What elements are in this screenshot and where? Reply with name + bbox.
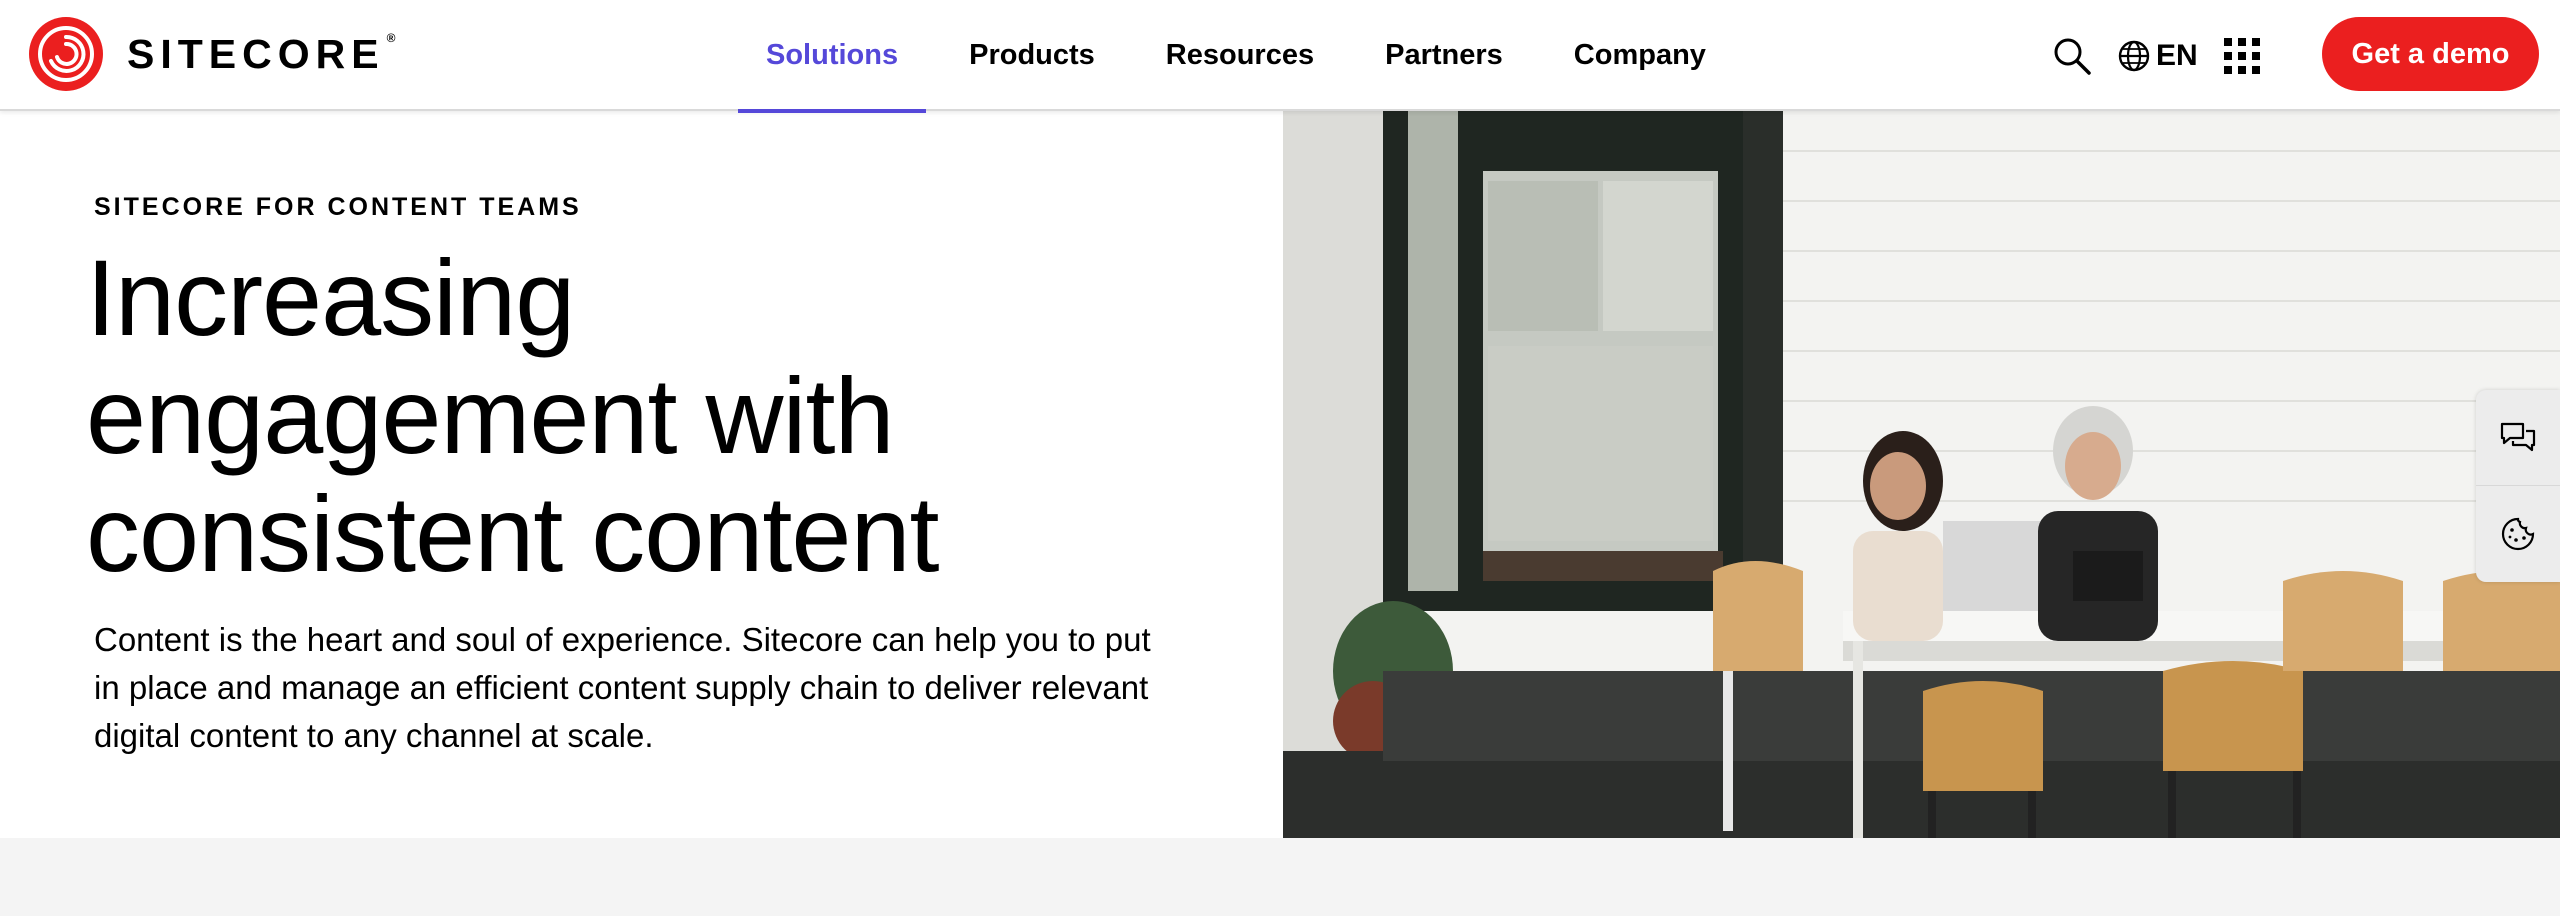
app-grid-icon [2224, 37, 2260, 74]
nav-item-solutions[interactable]: Solutions [738, 0, 927, 113]
cookie-settings-button[interactable] [2476, 486, 2560, 582]
hero-eyebrow: SITECORE FOR CONTENT TEAMS [94, 193, 582, 221]
hero-headline-line-2: engagement with [86, 355, 895, 476]
nav-item-partners[interactable]: Partners [1357, 0, 1531, 111]
globe-icon [2118, 40, 2150, 71]
hero-image [1283, 111, 2560, 838]
hero-headline-line-1: Increasing [86, 237, 575, 358]
language-selector[interactable]: EN [2118, 0, 2198, 111]
section-divider-band [0, 838, 2560, 916]
language-code: EN [2156, 38, 2198, 72]
brand-name: SITECORE ® [127, 30, 402, 77]
cookie-icon [2501, 517, 2535, 551]
sitecore-logo-mark-icon [29, 17, 103, 91]
app-grid-button[interactable] [2224, 0, 2260, 111]
search-icon [2054, 38, 2091, 75]
nav-item-products[interactable]: Products [941, 0, 1123, 111]
hero-headline: Increasing engagement with consistent co… [86, 239, 1236, 593]
sitecore-logo[interactable]: SITECORE ® [29, 17, 401, 91]
side-tools-panel [2476, 390, 2560, 582]
search-button[interactable] [2052, 0, 2092, 111]
nav-item-company[interactable]: Company [1546, 0, 1734, 111]
site-header: SITECORE ® Solutions Products Resources P… [0, 0, 2560, 113]
chat-button[interactable] [2476, 390, 2560, 486]
main-nav: Solutions Products Resources Partners Co… [738, 0, 1749, 113]
get-a-demo-button[interactable]: Get a demo [2322, 17, 2539, 91]
hero-lead-text: Content is the heart and soul of experie… [94, 621, 1151, 754]
hero-headline-line-3: consistent content [86, 473, 940, 594]
chat-icon [2500, 422, 2536, 451]
nav-item-resources[interactable]: Resources [1138, 0, 1342, 111]
hero-text-panel: SITECORE FOR CONTENT TEAMS Increasing en… [0, 111, 1283, 838]
